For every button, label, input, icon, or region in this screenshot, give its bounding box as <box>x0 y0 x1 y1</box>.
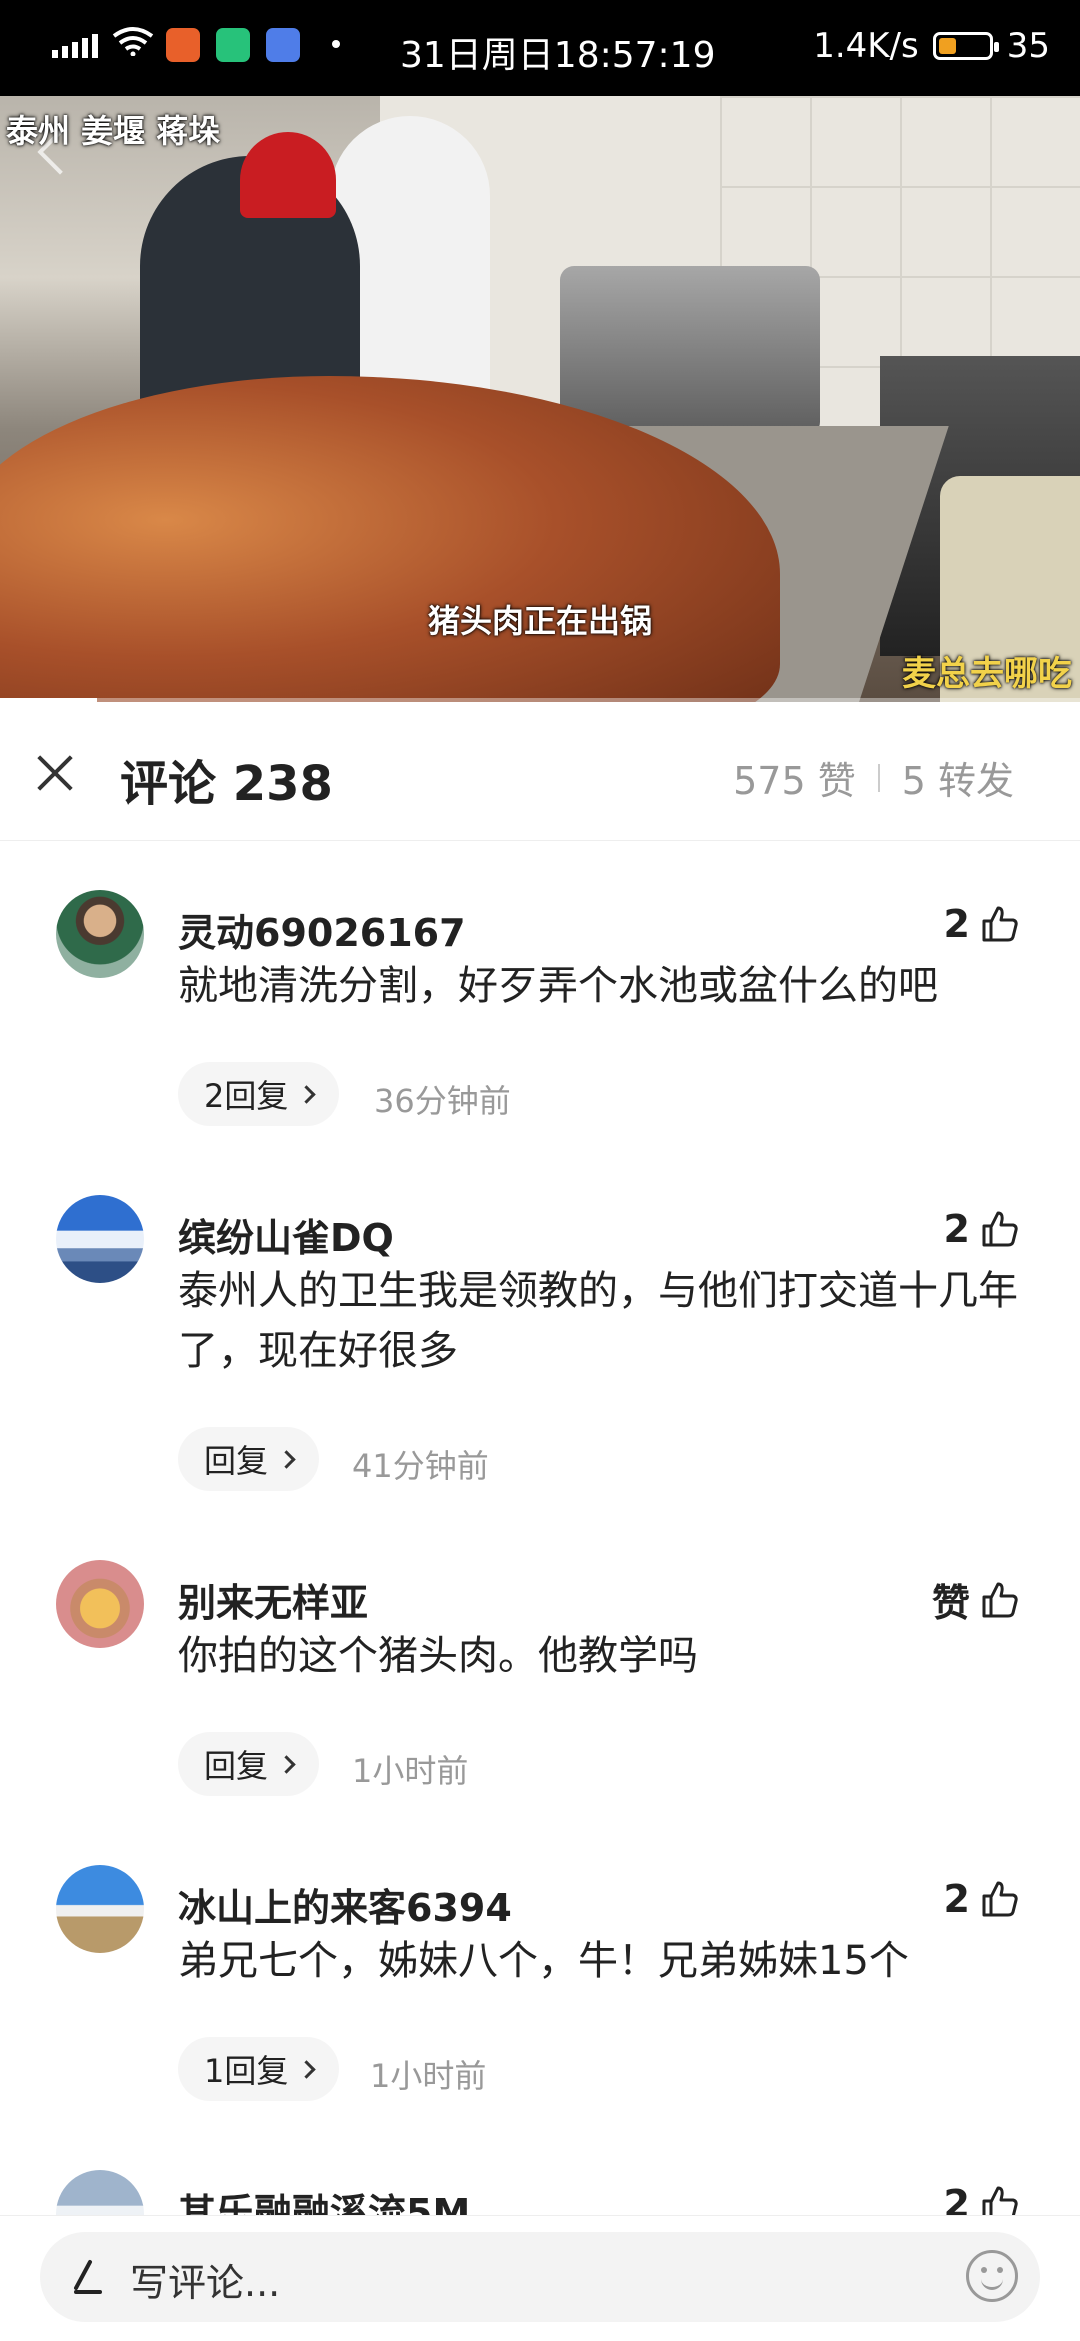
reply-button[interactable]: 2回复 <box>178 1062 340 1126</box>
like-count[interactable]: 575 赞 <box>733 750 856 805</box>
comment-username[interactable]: 其乐融融溪流5M <box>178 2182 470 2215</box>
chevron-right-icon <box>277 1449 296 1469</box>
reply-label: 1回复 <box>204 2052 289 2090</box>
comment-username[interactable]: 冰山上的来客6394 <box>178 1877 512 1932</box>
user-avatar[interactable] <box>56 2170 144 2215</box>
comment-count-title: 评论 238 <box>120 756 333 812</box>
more-notifications-dot <box>332 40 340 48</box>
share-count[interactable]: 5 转发 <box>902 750 1014 805</box>
video-player[interactable]: 泰州 姜堰 蒋垛 猪头肉正在出锅 麦总去哪吃 <box>0 96 1080 702</box>
video-watermark: 麦总去哪吃 <box>902 654 1072 694</box>
user-avatar[interactable] <box>56 1560 144 1648</box>
write-comment-field[interactable]: 写评论... <box>40 2232 1040 2322</box>
chevron-right-icon <box>297 2059 317 2079</box>
network-speed: 1.4K/s <box>813 26 919 66</box>
chevron-right-icon <box>277 1754 296 1774</box>
reply-button[interactable]: 回复 <box>178 1732 320 1796</box>
reply-label: 回复 <box>204 1747 269 1785</box>
signal-icon <box>52 34 98 58</box>
comment-time: 1小时前 <box>370 2057 487 2095</box>
app-notification-icon <box>266 28 300 62</box>
comment-input-bar: 写评论... <box>0 2215 1080 2341</box>
reply-label: 2回复 <box>204 1077 289 1115</box>
comment-username[interactable]: 缤纷山雀DQ <box>178 1207 394 1262</box>
thumbs-up-icon <box>982 1211 1018 1247</box>
close-icon[interactable] <box>34 752 76 794</box>
like-button[interactable]: 2 <box>944 902 1020 946</box>
chevron-right-icon <box>297 1084 317 1104</box>
comment-like-count: 2 <box>943 902 970 946</box>
video-location-caption: 泰州 姜堰 蒋垛 <box>6 112 221 150</box>
comment-text: 就地清洗分割，好歹弄个水池或盆什么的吧 <box>178 963 938 1009</box>
thumbs-up-icon <box>982 1881 1018 1917</box>
video-subtitle: 猪头肉正在出锅 <box>427 602 652 640</box>
comment-like-count: 赞 <box>931 1581 970 1625</box>
reply-label: 回复 <box>204 1442 269 1480</box>
app-notification-icon <box>166 28 200 62</box>
user-avatar[interactable] <box>56 1195 144 1283</box>
write-comment-placeholder: 写评论... <box>130 2261 281 2305</box>
wifi-icon <box>112 27 154 56</box>
user-avatar[interactable] <box>56 890 144 978</box>
user-avatar[interactable] <box>56 1865 144 1953</box>
comment-header: 评论 238 575 赞 5 转发 <box>0 702 1080 841</box>
cooking-pot <box>560 266 820 436</box>
thumbs-up-icon <box>982 1582 1018 1617</box>
reply-button[interactable]: 回复 <box>178 1427 320 1491</box>
comment-time: 1小时前 <box>352 1752 469 1790</box>
thumbs-up-icon <box>982 2186 1018 2215</box>
comment-like-count: 2 <box>943 2182 970 2215</box>
comment-like-count: 2 <box>943 1207 970 1251</box>
battery-icon <box>932 32 999 60</box>
comment-text: 你拍的这个猪头肉。他教学吗 <box>178 1633 698 1679</box>
comment-time: 41分钟前 <box>352 1447 489 1485</box>
thumbs-up-icon <box>982 906 1018 942</box>
like-button[interactable]: 赞 <box>932 1572 1020 1627</box>
comment-text: 弟兄七个，姊妹八个，牛！兄弟姊妹15个 <box>178 1938 909 1984</box>
emoji-icon[interactable] <box>966 2250 1018 2302</box>
status-bar: 31日周日18:57:19 1.4K/s 35 <box>0 0 1080 96</box>
comment-like-count: 2 <box>943 1877 970 1921</box>
comment-time: 36分钟前 <box>374 1082 511 1120</box>
like-button[interactable]: 2 <box>944 1207 1020 1251</box>
shield-app-icon <box>216 28 250 62</box>
reply-button[interactable]: 1回复 <box>178 2037 340 2101</box>
battery-level: 35 <box>1006 26 1050 66</box>
like-button[interactable]: 2 <box>944 2182 1020 2215</box>
comment-text: 泰州人的卫生我是领教的，与他们打交道十几年了，现在好很多 <box>178 1268 1018 1374</box>
status-datetime: 31日周日18:57:19 <box>400 35 716 76</box>
comment-username[interactable]: 别来无样亚 <box>178 1572 368 1627</box>
comment-list: 灵动69026167 2 就地清洗分割，好歹弄个水池或盆什么的吧 2回复 36分… <box>0 840 1080 2215</box>
comment-username[interactable]: 灵动69026167 <box>178 902 466 957</box>
pen-icon <box>74 2260 102 2294</box>
like-button[interactable]: 2 <box>944 1877 1020 1921</box>
